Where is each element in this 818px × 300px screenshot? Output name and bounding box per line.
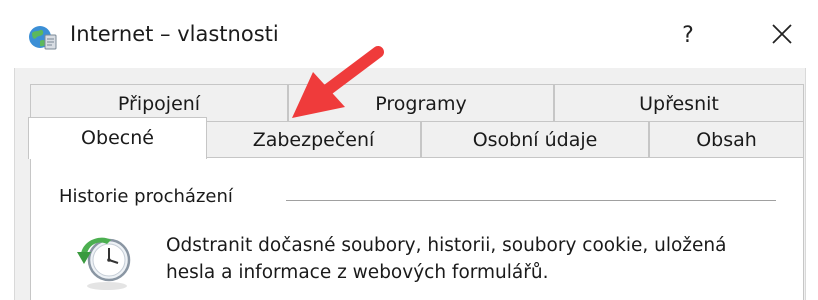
- close-icon: [772, 24, 792, 44]
- tab-label: Obecné: [81, 127, 154, 149]
- tab-label: Obsah: [696, 129, 757, 151]
- history-description-line2: hesla a informace z webových formulářů.: [166, 262, 549, 283]
- tab-label: Připojení: [117, 93, 201, 115]
- tab-label: Upřesnit: [639, 93, 719, 115]
- tab-obecne-active[interactable]: Obecné: [28, 117, 207, 159]
- internet-options-dialog: Internet – vlastnosti ? Připojení Progra…: [0, 0, 818, 300]
- help-button[interactable]: ?: [670, 18, 706, 54]
- tab-page-general: Historie procházení Odstranit dočasné so…: [30, 157, 804, 300]
- tab-obsah[interactable]: Obsah: [649, 121, 804, 158]
- tab-label: Programy: [375, 93, 467, 115]
- history-description: Odstranit dočasné soubory, historii, sou…: [166, 232, 776, 286]
- window-title: Internet – vlastnosti: [70, 22, 279, 46]
- tab-osobni-udaje[interactable]: Osobní údaje: [421, 121, 649, 158]
- tab-upresnit[interactable]: Upřesnit: [554, 84, 804, 122]
- title-bar: Internet – vlastnosti ?: [0, 0, 818, 68]
- tab-label: Zabezpečení: [252, 129, 375, 151]
- history-group-label: Historie procházení: [59, 186, 239, 207]
- internet-options-globe-icon: [29, 26, 57, 50]
- close-button[interactable]: [760, 14, 804, 54]
- group-divider: [286, 200, 776, 201]
- tab-programy[interactable]: Programy: [288, 84, 554, 122]
- history-description-line1: Odstranit dočasné soubory, historii, sou…: [166, 235, 727, 256]
- clock-history-icon: [77, 237, 131, 290]
- tab-label: Osobní údaje: [472, 129, 598, 151]
- tab-zabezpeceni[interactable]: Zabezpečení: [206, 121, 421, 158]
